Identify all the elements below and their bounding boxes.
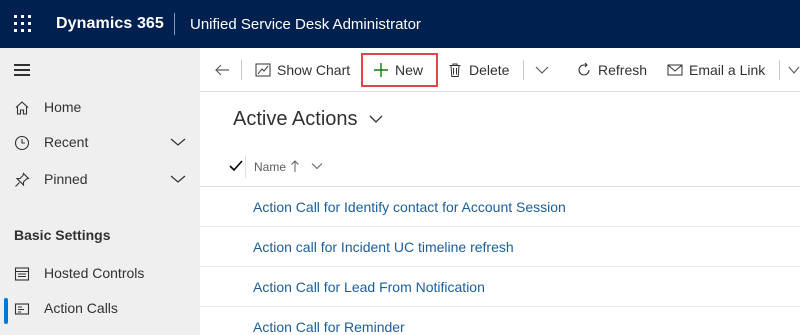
- column-header-name[interactable]: Name: [254, 160, 286, 174]
- sidebar-item-home[interactable]: Home: [0, 90, 200, 126]
- delete-button[interactable]: Delete: [447, 58, 517, 82]
- email-link-label: Email a Link: [689, 62, 766, 78]
- chevron-down-icon[interactable]: [170, 174, 186, 184]
- record-link[interactable]: Action Call for Lead From Notification: [253, 279, 485, 295]
- trash-icon: [449, 63, 461, 77]
- chevron-down-icon[interactable]: [369, 114, 383, 124]
- email-icon: [667, 64, 683, 76]
- clock-icon: [14, 135, 30, 151]
- record-link[interactable]: Action call for Incident UC timeline ref…: [253, 239, 514, 255]
- hamburger-menu-icon[interactable]: [14, 64, 30, 76]
- sidebar-item-label: Action Calls: [44, 300, 118, 316]
- refresh-icon: [578, 62, 590, 76]
- sidebar-item-recent[interactable]: Recent: [0, 125, 200, 161]
- divider: [241, 60, 242, 80]
- sidebar: Home Recent Pinned Basic Settings Hosted…: [0, 48, 200, 335]
- pin-icon: [15, 172, 30, 187]
- table-row: Action Call for Identify contact for Acc…: [200, 187, 800, 227]
- sort-ascending-icon: [291, 160, 299, 172]
- email-link-button[interactable]: Email a Link: [667, 58, 767, 82]
- divider: [245, 156, 246, 178]
- highlight-box: [361, 53, 438, 87]
- home-icon: [15, 101, 29, 115]
- sidebar-item-label: Hosted Controls: [44, 265, 145, 281]
- table-row: Action Call for Lead From Notification: [200, 267, 800, 307]
- record-link[interactable]: Action Call for Identify contact for Acc…: [253, 199, 566, 215]
- divider: [523, 60, 524, 80]
- sidebar-section-title: Basic Settings: [14, 227, 111, 243]
- chevron-down-icon[interactable]: [535, 65, 549, 75]
- hosted-controls-icon: [14, 267, 30, 281]
- divider: [779, 60, 780, 80]
- sidebar-item-action-calls[interactable]: Action Calls: [0, 291, 200, 327]
- show-chart-button[interactable]: Show Chart: [255, 58, 355, 82]
- back-arrow-icon[interactable]: [213, 61, 231, 79]
- app-name[interactable]: Unified Service Desk Administrator: [190, 16, 421, 33]
- table-row: Action Call for Reminder: [200, 307, 800, 335]
- record-link[interactable]: Action Call for Reminder: [253, 319, 405, 335]
- chevron-down-icon[interactable]: [311, 162, 323, 170]
- app-launcher-icon[interactable]: [14, 15, 32, 33]
- chart-icon: [255, 63, 271, 77]
- chevron-down-icon[interactable]: [788, 65, 800, 75]
- brand-title[interactable]: Dynamics 365: [56, 15, 164, 33]
- sidebar-item-hosted-controls[interactable]: Hosted Controls: [0, 256, 200, 292]
- delete-label: Delete: [469, 62, 510, 78]
- sidebar-item-label: Home: [44, 99, 82, 115]
- sidebar-item-label: Pinned: [44, 171, 88, 187]
- table-row: Action call for Incident UC timeline ref…: [200, 227, 800, 267]
- select-all-checkmark-icon[interactable]: [229, 160, 243, 172]
- top-bar: Dynamics 365 Unified Service Desk Admini…: [0, 0, 800, 48]
- view-title[interactable]: Active Actions: [233, 108, 358, 131]
- chevron-down-icon[interactable]: [170, 137, 186, 147]
- divider: [174, 13, 175, 35]
- action-calls-icon: [14, 303, 30, 315]
- sidebar-item-pinned[interactable]: Pinned: [0, 162, 200, 198]
- refresh-label: Refresh: [598, 62, 648, 78]
- show-chart-label: Show Chart: [277, 62, 351, 78]
- sidebar-item-label: Recent: [44, 134, 89, 150]
- refresh-button[interactable]: Refresh: [576, 58, 648, 82]
- command-bar: Show Chart New Delete Refresh Email a Li…: [200, 48, 800, 92]
